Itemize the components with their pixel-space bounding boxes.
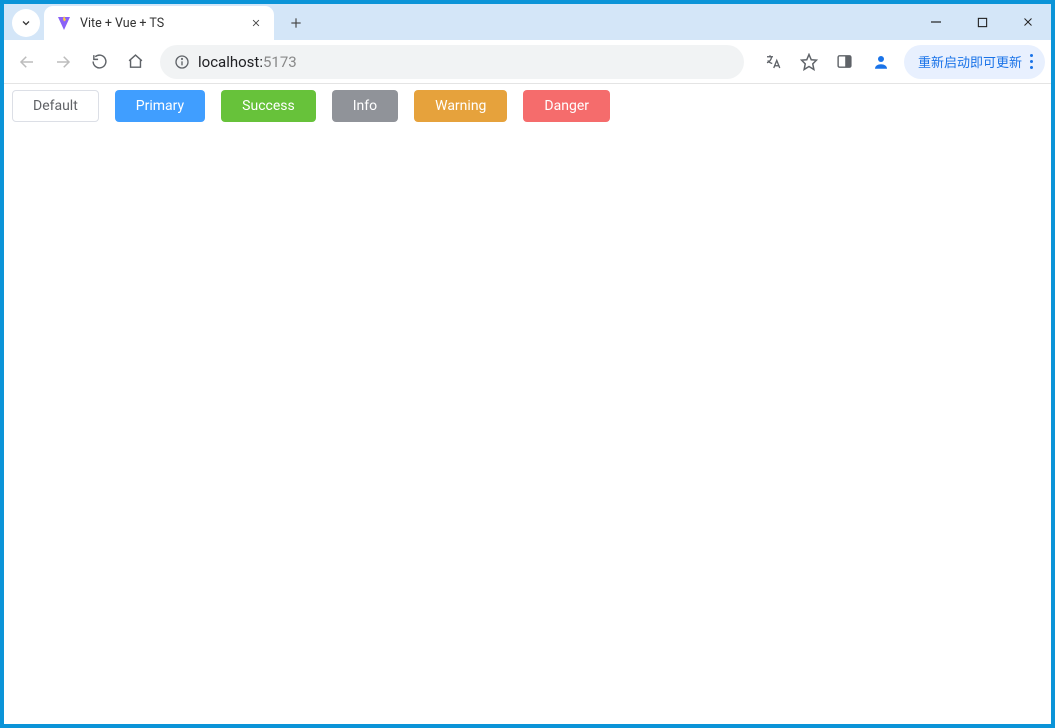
default-button[interactable]: Default (12, 90, 99, 122)
warning-button-label: Warning (435, 98, 486, 114)
reload-button[interactable] (82, 45, 116, 79)
plus-icon (289, 16, 303, 30)
forward-button[interactable] (46, 45, 80, 79)
address-host: localhost: (198, 53, 263, 71)
favicon-vite-icon (56, 15, 72, 31)
toolbar-right-actions: 重新启动即可更新 (756, 45, 1045, 79)
side-panel-button[interactable] (828, 45, 862, 79)
new-tab-button[interactable] (282, 9, 310, 37)
user-icon (872, 53, 890, 71)
arrow-right-icon (54, 53, 72, 71)
warning-button[interactable]: Warning (414, 90, 507, 122)
primary-button[interactable]: Primary (115, 90, 205, 122)
tab-strip: Vite + Vue + TS (4, 4, 1051, 40)
close-icon (1022, 16, 1034, 28)
window-minimize-button[interactable] (913, 4, 959, 40)
maximize-icon (977, 17, 988, 28)
address-bar[interactable]: localhost:5173 (160, 45, 744, 79)
browser-window: Vite + Vue + TS (4, 4, 1051, 724)
bookmark-button[interactable] (792, 45, 826, 79)
browser-tab[interactable]: Vite + Vue + TS (44, 6, 274, 40)
home-icon (127, 53, 144, 70)
page-content: Default Primary Success Info Warning Dan… (4, 84, 1051, 724)
default-button-label: Default (33, 98, 78, 114)
window-controls (913, 4, 1051, 40)
toolbar: localhost:5173 重新启动即可更新 (4, 40, 1051, 84)
primary-button-label: Primary (136, 98, 184, 114)
panel-icon (836, 53, 853, 70)
profile-button[interactable] (864, 45, 898, 79)
info-button-label: Info (353, 98, 377, 114)
translate-icon (764, 53, 782, 71)
update-label: 重新启动即可更新 (918, 52, 1022, 71)
danger-button-label: Danger (544, 98, 589, 114)
tab-close-button[interactable] (248, 15, 264, 31)
update-button[interactable]: 重新启动即可更新 (904, 45, 1045, 79)
reload-icon (91, 53, 108, 70)
tab-search-button[interactable] (12, 9, 40, 37)
danger-button[interactable]: Danger (523, 90, 610, 122)
window-close-button[interactable] (1005, 4, 1051, 40)
minimize-icon (930, 16, 942, 28)
window-maximize-button[interactable] (959, 4, 1005, 40)
success-button[interactable]: Success (221, 90, 316, 122)
info-button[interactable]: Info (332, 90, 398, 122)
chevron-down-icon (20, 17, 32, 29)
close-icon (251, 18, 261, 28)
info-icon (174, 54, 190, 70)
kebab-menu-icon (1030, 54, 1033, 69)
address-port: 5173 (263, 53, 297, 71)
translate-button[interactable] (756, 45, 790, 79)
address-text: localhost:5173 (198, 53, 730, 71)
site-info-button[interactable] (174, 54, 190, 70)
tab-title: Vite + Vue + TS (80, 16, 248, 31)
back-button[interactable] (10, 45, 44, 79)
star-icon (800, 53, 818, 71)
home-button[interactable] (118, 45, 152, 79)
arrow-left-icon (18, 53, 36, 71)
success-button-label: Success (242, 98, 295, 114)
